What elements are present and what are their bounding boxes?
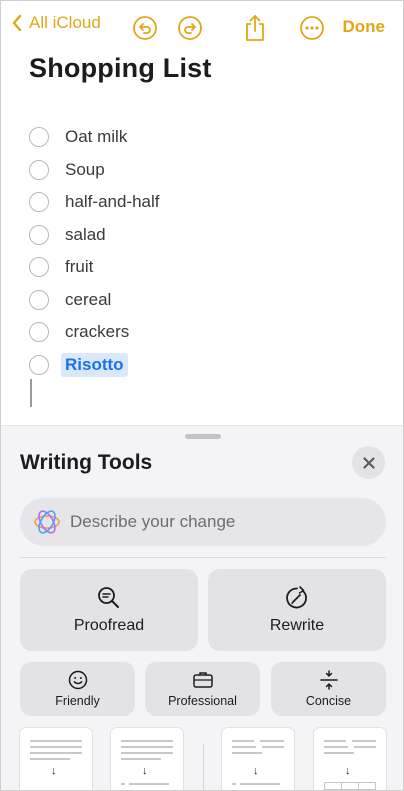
arrow-down-icon: ↓ [253, 765, 259, 777]
sheet-grabber[interactable] [185, 434, 221, 439]
briefcase-icon [192, 672, 213, 688]
selected-text[interactable]: Risotto [61, 352, 128, 377]
checkbox[interactable] [29, 322, 49, 343]
list-item[interactable]: half-and-half [29, 186, 160, 219]
rewrite-icon [286, 586, 307, 609]
professional-button[interactable]: Professional [145, 662, 260, 716]
checkbox[interactable] [29, 354, 49, 375]
checkbox[interactable] [29, 289, 49, 310]
undo-button[interactable] [129, 12, 161, 44]
share-button[interactable] [239, 12, 271, 44]
item-label: crackers [65, 322, 130, 342]
redo-button[interactable] [174, 12, 206, 44]
close-button[interactable] [352, 446, 385, 479]
list-item[interactable]: salad [29, 219, 160, 252]
more-icon [300, 16, 324, 40]
writing-tools-title: Writing Tools [20, 451, 153, 474]
notes-screen: All iCloud Done Shopping List Oat milk S… [0, 0, 404, 791]
item-label: cereal [65, 289, 112, 309]
list-item[interactable]: cereal [29, 284, 160, 317]
describe-change-field[interactable]: Describe your change [20, 498, 386, 546]
close-icon [362, 456, 375, 469]
list-item[interactable]: Soup [29, 154, 160, 187]
table-thumbnail[interactable]: ↓ [314, 728, 386, 790]
item-label: fruit [65, 257, 94, 277]
item-label: Oat milk [65, 127, 128, 147]
checkbox[interactable] [29, 224, 49, 245]
checkbox[interactable] [29, 159, 49, 180]
list-thumbnail[interactable]: ↓ [222, 728, 294, 790]
friendly-label: Friendly [55, 694, 100, 708]
writing-tools-panel: Writing Tools Describe your change Proof… [1, 425, 403, 790]
concise-button[interactable]: Concise [271, 662, 386, 716]
note-title[interactable]: Shopping List [29, 53, 212, 84]
list-item[interactable]: Oat milk [29, 121, 160, 154]
concise-label: Concise [305, 694, 352, 708]
smiley-icon [68, 670, 87, 690]
item-label: half-and-half [65, 192, 160, 212]
checkbox[interactable] [29, 257, 49, 278]
rewrite-label: Rewrite [269, 617, 325, 634]
more-button[interactable] [296, 12, 328, 44]
list-item[interactable]: fruit [29, 251, 160, 284]
back-label: All iCloud [29, 13, 101, 32]
checkbox[interactable] [29, 192, 49, 213]
arrow-down-icon: ↓ [345, 765, 351, 777]
arrow-down-icon: ↓ [51, 765, 57, 777]
describe-placeholder: Describe your change [70, 512, 236, 531]
share-icon [246, 15, 264, 41]
list-item[interactable]: crackers [29, 316, 160, 349]
item-label: Soup [65, 159, 105, 179]
list-item-selected[interactable]: Risotto [29, 349, 160, 382]
toolbar: All iCloud Done [1, 1, 403, 55]
checklist: Oat milk Soup half-and-half salad fruit … [29, 121, 160, 381]
key-points-thumbnail[interactable]: ↓ [111, 728, 183, 790]
apple-intelligence-icon [32, 507, 62, 537]
redo-icon [178, 16, 202, 40]
proofread-icon [98, 587, 119, 608]
friendly-button[interactable]: Friendly [20, 662, 135, 716]
arrow-down-icon: ↓ [142, 765, 148, 777]
concise-icon [319, 670, 338, 690]
undo-icon [133, 16, 157, 40]
checkbox[interactable] [29, 127, 49, 148]
back-button[interactable]: All iCloud [11, 13, 101, 33]
professional-label: Professional [168, 694, 237, 708]
text-cursor [30, 379, 32, 407]
done-button[interactable]: Done [343, 17, 386, 37]
chevron-left-icon [12, 14, 22, 32]
item-label: salad [65, 224, 106, 244]
divider [20, 557, 386, 558]
rewrite-button[interactable]: Rewrite [208, 569, 386, 651]
divider [203, 744, 204, 790]
summary-thumbnail[interactable]: ↓ [20, 728, 92, 790]
proofread-label: Proofread [73, 617, 145, 634]
proofread-button[interactable]: Proofread [20, 569, 198, 651]
